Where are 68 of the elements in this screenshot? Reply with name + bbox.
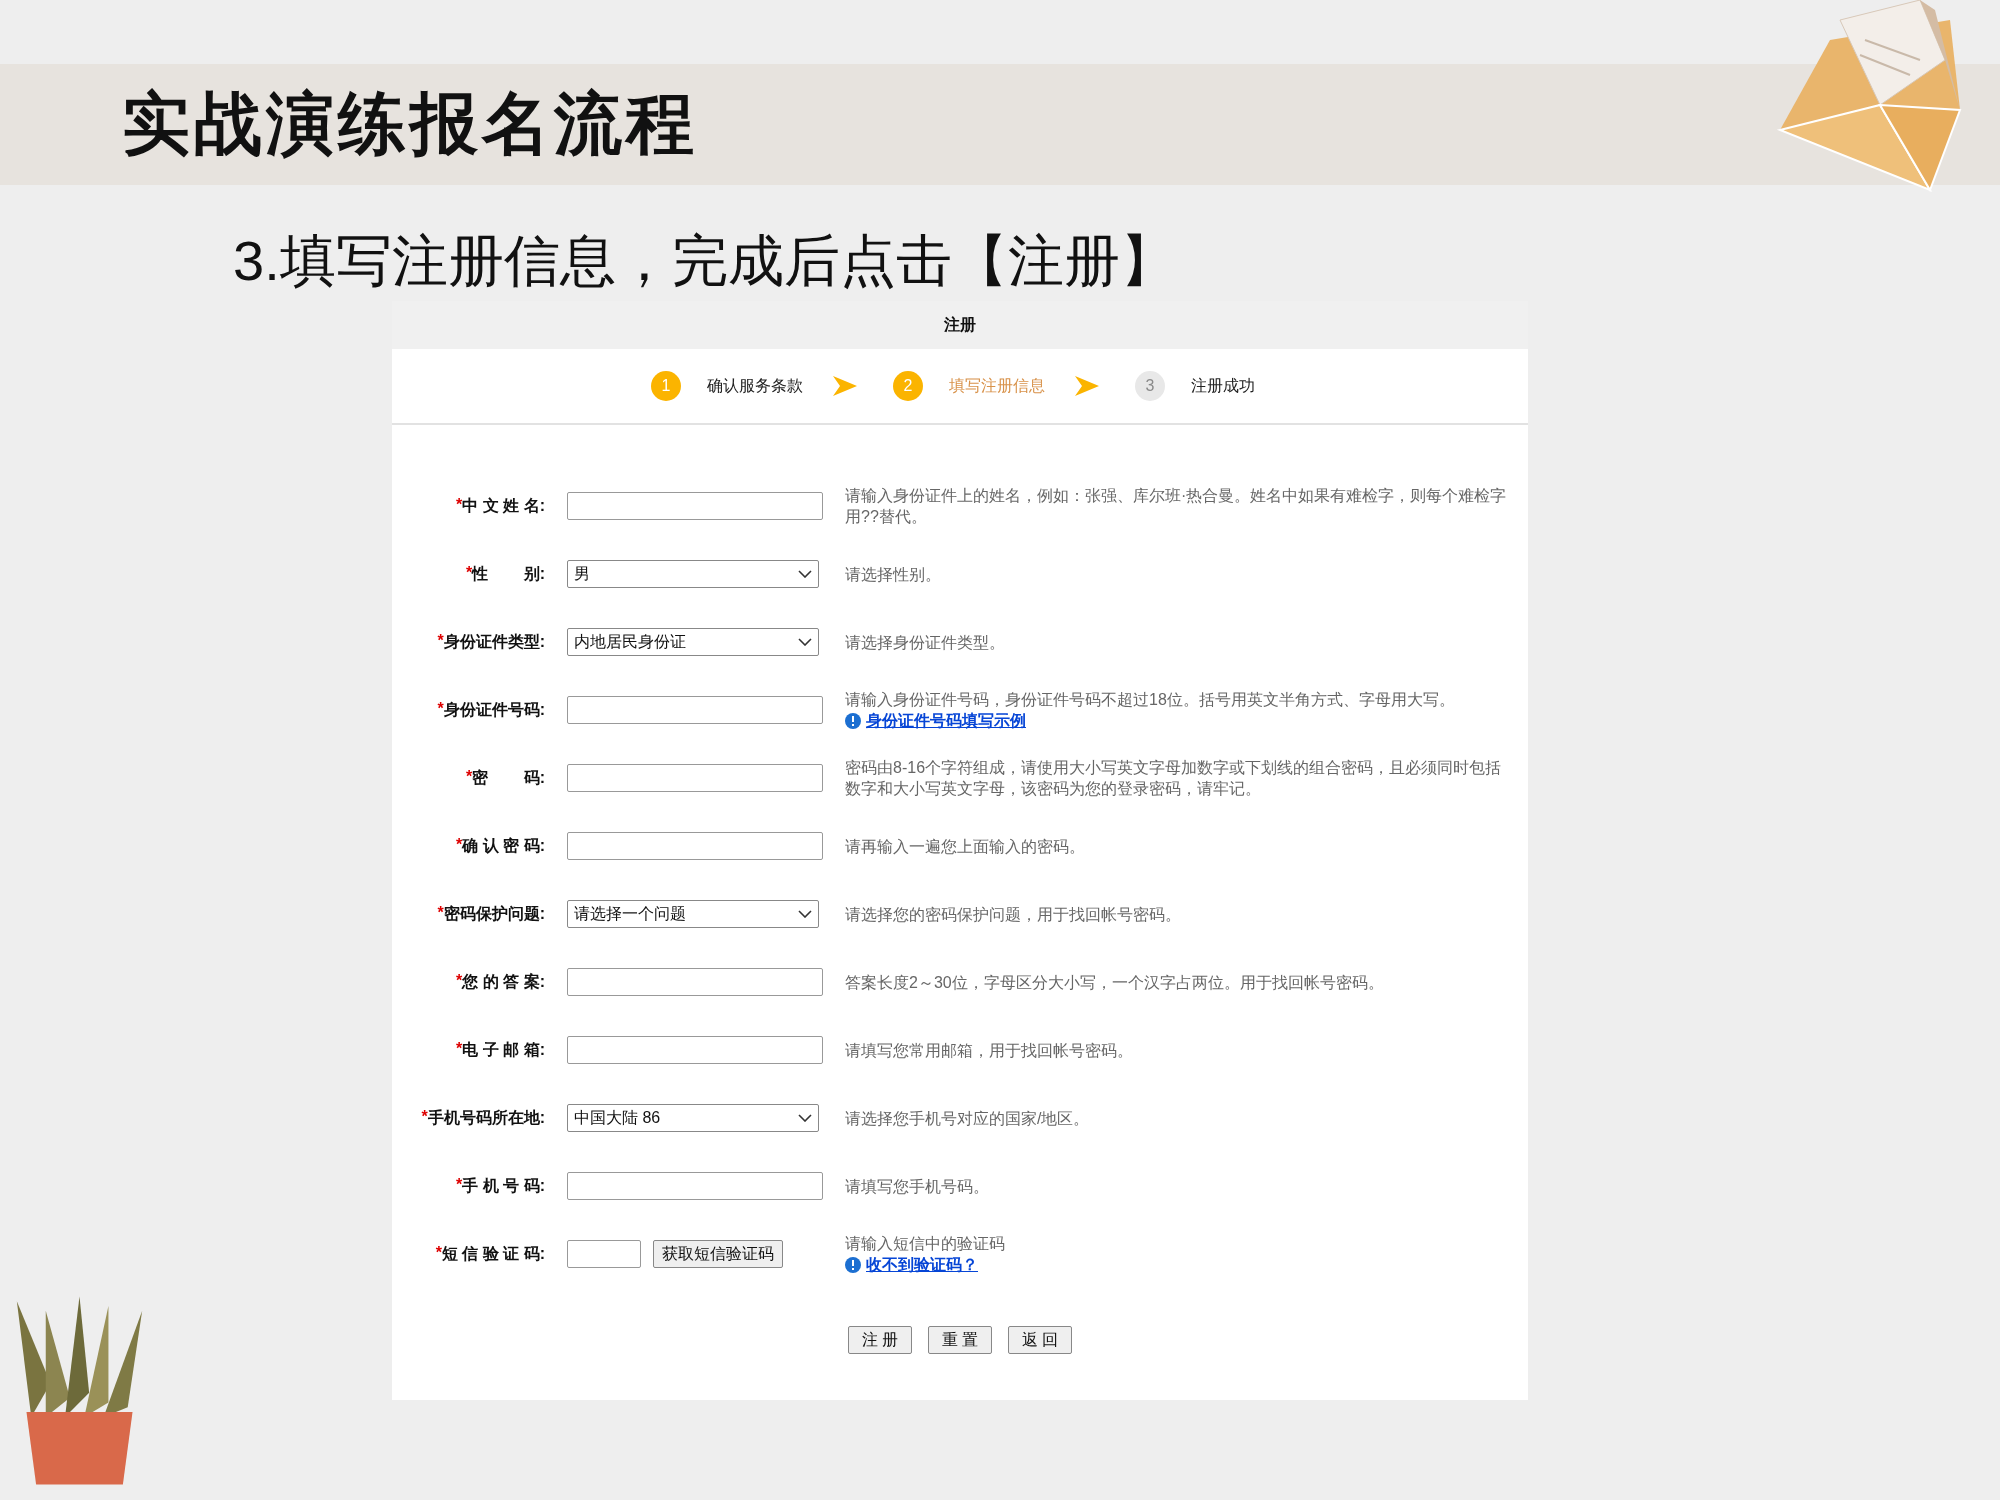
slide-title: 实战演练报名流程 [122, 84, 698, 163]
hint-text: 请选择您手机号对应的国家/地区。 [845, 1108, 1091, 1129]
form-button[interactable]: 注 册 [848, 1326, 912, 1354]
chevron-down-icon [798, 638, 812, 646]
required-mark: * [456, 835, 463, 853]
chevron-down-icon [798, 1114, 812, 1122]
required-mark: * [437, 631, 444, 649]
help-link[interactable]: 收不到验证码？ [866, 1254, 978, 1275]
sms-code-button[interactable]: 获取短信验证码 [653, 1240, 783, 1268]
input-field[interactable] [567, 764, 823, 792]
required-mark: * [456, 495, 463, 515]
dropdown[interactable]: 请选择一个问题 [567, 900, 819, 928]
field-label: 电 子 邮 箱: [462, 1039, 545, 1060]
field-label: 密码保护问题: [443, 903, 545, 924]
required-mark: * [456, 1039, 463, 1059]
input-field[interactable] [567, 696, 823, 724]
arrow-icon [833, 376, 857, 396]
hint-text: 请输入短信中的验证码 [845, 1234, 1006, 1254]
step-label[interactable]: 确认服务条款 [707, 375, 803, 397]
field-label: 密 码: [472, 767, 545, 788]
input-field[interactable] [567, 1172, 823, 1200]
dropdown[interactable]: 中国大陆 86 [567, 1104, 819, 1132]
input-field[interactable] [567, 492, 823, 520]
hint-text: 请输入身份证件号码，身份证件号码不超过18位。括号用英文半角方式、字母用大写。 [845, 690, 1456, 710]
input-field[interactable] [567, 1240, 641, 1268]
info-icon [845, 1256, 861, 1273]
required-mark: * [465, 767, 473, 785]
required-mark: * [456, 1175, 463, 1193]
input-field[interactable] [567, 1036, 823, 1064]
hint-text: 请填写您手机号码。 [845, 1176, 990, 1197]
field-label: 手机号码所在地: [427, 1107, 545, 1128]
field-label: 性 别: [472, 563, 545, 584]
form-button[interactable]: 重 置 [928, 1326, 992, 1354]
hint-text: 密码由8-16个字符组成，请使用大小写英文字母加数字或下划线的组合密码，且必须同时包括数字和大小写英文字母，该密码为您的登录密码，请牢记。 [845, 758, 1503, 799]
chevron-down-icon [798, 570, 812, 578]
hint-text: 请选择您的密码保护问题，用于找回帐号密码。 [845, 904, 1182, 925]
field-label: 短 信 验 证 码: [441, 1243, 545, 1264]
hint-text: 请填写您常用邮箱，用于找回帐号密码。 [845, 1040, 1134, 1061]
required-mark: * [437, 699, 444, 717]
hint-text: 请选择性别。 [845, 564, 942, 585]
slide-subtitle: 3.填写注册信息，完成后点击【注册】 [233, 229, 1177, 293]
step-number: 2 [893, 371, 923, 401]
help-link[interactable]: 身份证件号码填写示例 [866, 710, 1026, 731]
field-label: 手 机 号 码: [462, 1175, 545, 1196]
required-mark: * [421, 1107, 428, 1125]
dropdown[interactable]: 男 [567, 560, 819, 588]
field-label: 您 的 答 案: [462, 971, 545, 992]
hint-text: 答案长度2～30位，字母区分大小写，一个汉字占两位。用于找回帐号密码。 [845, 972, 1385, 993]
field-label: 确 认 密 码: [462, 835, 545, 856]
form-button[interactable]: 返 回 [1008, 1326, 1072, 1354]
dropdown[interactable]: 内地居民身份证 [567, 628, 819, 656]
arrow-icon [1075, 376, 1099, 396]
input-field[interactable] [567, 832, 823, 860]
info-icon [845, 712, 861, 729]
required-mark: * [437, 903, 444, 921]
field-label: 中 文 姓 名: [462, 495, 545, 516]
required-mark: * [435, 1243, 442, 1263]
hint-text: 请输入身份证件上的姓名，例如：张强、库尔班·热合曼。姓名中如果有难检字，则每个难检字用??替代。 [845, 486, 1508, 527]
chevron-down-icon [798, 910, 812, 918]
field-label: 身份证件类型: [443, 631, 545, 652]
hint-text: 请再输入一遍您上面输入的密码。 [845, 836, 1086, 857]
input-field[interactable] [567, 968, 823, 996]
step-number: 3 [1135, 371, 1165, 401]
hint-text: 请选择身份证件类型。 [845, 632, 1006, 653]
form-header: 注册 [392, 301, 1528, 349]
field-label: 身份证件号码: [443, 699, 545, 720]
step-number: 1 [651, 371, 681, 401]
step-label[interactable]: 注册成功 [1191, 375, 1255, 397]
